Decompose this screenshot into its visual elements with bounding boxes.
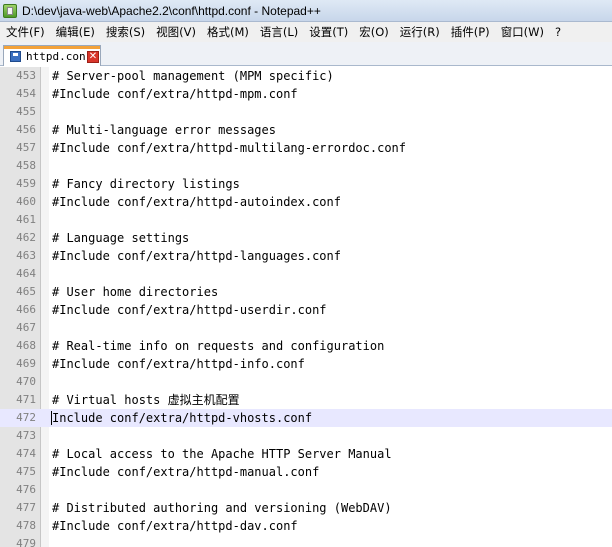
line-text: #Include conf/extra/httpd-userdir.conf (52, 303, 327, 317)
line-number: 475 (16, 465, 36, 478)
line-text: # Fancy directory listings (52, 177, 240, 191)
line-text: #Include conf/extra/httpd-languages.conf (52, 249, 341, 263)
line-number: 466 (16, 303, 36, 316)
editor-area[interactable]: 453 # Server-pool management (MPM specifi… (0, 67, 612, 547)
line-text: # User home directories (52, 285, 219, 299)
code-line[interactable]: 476 (0, 481, 612, 499)
code-line[interactable]: 461 (0, 211, 612, 229)
line-text: # Virtual hosts 虚拟主机配置 (52, 393, 240, 407)
code-line[interactable]: 453 # Server-pool management (MPM specifi… (0, 67, 612, 85)
code-line[interactable]: 463 #Include conf/extra/httpd-languages.c… (0, 247, 612, 265)
line-text: # Local access to the Apache HTTP Server… (52, 447, 392, 461)
code-line[interactable]: 459 # Fancy directory listings (0, 175, 612, 193)
line-number: 472 (16, 411, 36, 424)
text-lines: 453 # Server-pool management (MPM specifi… (0, 67, 612, 547)
code-line[interactable]: 460 #Include conf/extra/httpd-autoindex.c… (0, 193, 612, 211)
code-line[interactable]: 473 (0, 427, 612, 445)
line-number: 464 (16, 267, 36, 280)
code-line[interactable]: 471 # Virtual hosts 虚拟主机配置 (0, 391, 612, 409)
line-text: #Include conf/extra/httpd-dav.conf (52, 519, 298, 533)
line-text: #Include conf/extra/httpd-mpm.conf (52, 87, 298, 101)
menu-edit[interactable]: 编辑(E) (50, 24, 100, 40)
menu-search[interactable]: 搜索(S) (100, 24, 150, 40)
code-line[interactable]: 455 (0, 103, 612, 121)
line-number: 461 (16, 213, 36, 226)
current-code-line[interactable]: 472 Include conf/extra/httpd-vhosts.conf (0, 409, 612, 427)
line-number: 470 (16, 375, 36, 388)
menu-window[interactable]: 窗口(W) (495, 24, 549, 40)
code-line[interactable]: 456 # Multi-language error messages (0, 121, 612, 139)
line-text: # Language settings (52, 231, 190, 245)
line-number: 454 (16, 87, 36, 100)
menu-view[interactable]: 视图(V) (150, 24, 201, 40)
line-number: 457 (16, 141, 36, 154)
line-text: # Multi-language error messages (52, 123, 276, 137)
line-number: 469 (16, 357, 36, 370)
tab-label: httpd.conf (26, 49, 86, 63)
code-line[interactable]: 457 #Include conf/extra/httpd-multilang-e… (0, 139, 612, 157)
line-number: 476 (16, 483, 36, 496)
code-line[interactable]: 462 # Language settings (0, 229, 612, 247)
line-number: 456 (16, 123, 36, 136)
menu-bar: 文件(F) 编辑(E) 搜索(S) 视图(V) 格式(M) 语言(L) 设置(T… (0, 22, 612, 42)
line-number: 471 (16, 393, 36, 406)
line-number: 468 (16, 339, 36, 352)
code-line[interactable]: 469 #Include conf/extra/httpd-info.conf (0, 355, 612, 373)
menu-macro[interactable]: 宏(O) (353, 24, 394, 40)
line-number: 465 (16, 285, 36, 298)
code-line[interactable]: 458 (0, 157, 612, 175)
notepad-plus-plus-app-icon[interactable] (3, 3, 17, 18)
menu-file[interactable]: 文件(F) (0, 24, 50, 40)
code-line[interactable]: 479 (0, 535, 612, 547)
code-line[interactable]: 475 #Include conf/extra/httpd-manual.conf (0, 463, 612, 481)
line-number: 479 (16, 537, 36, 547)
code-line[interactable]: 467 (0, 319, 612, 337)
code-line[interactable]: 454 #Include conf/extra/httpd-mpm.conf (0, 85, 612, 103)
tab-httpd-conf[interactable]: httpd.conf ✕ (3, 45, 101, 66)
line-number: 463 (16, 249, 36, 262)
code-line[interactable]: 477 # Distributed authoring and versionin… (0, 499, 612, 517)
line-number: 453 (16, 69, 36, 82)
code-line[interactable]: 465 # User home directories (0, 283, 612, 301)
menu-run[interactable]: 运行(R) (394, 24, 445, 40)
code-line[interactable]: 478 #Include conf/extra/httpd-dav.conf (0, 517, 612, 535)
line-text: #Include conf/extra/httpd-info.conf (52, 357, 305, 371)
line-text: Include conf/extra/httpd-vhosts.conf (52, 411, 313, 425)
code-line[interactable]: 470 (0, 373, 612, 391)
line-number: 474 (16, 447, 36, 460)
line-text: # Server-pool management (MPM specific) (52, 69, 334, 83)
line-text: #Include conf/extra/httpd-manual.conf (52, 465, 320, 479)
line-text: # Real-time info on requests and configu… (52, 339, 385, 353)
line-number: 455 (16, 105, 36, 118)
menu-plugins[interactable]: 插件(P) (445, 24, 495, 40)
line-number: 459 (16, 177, 36, 190)
line-text: # Distributed authoring and versioning (… (52, 501, 392, 515)
code-line[interactable]: 464 (0, 265, 612, 283)
line-number: 458 (16, 159, 36, 172)
save-icon (10, 50, 21, 62)
menu-language[interactable]: 语言(L) (254, 24, 303, 40)
menu-help[interactable]: ? (549, 25, 566, 39)
line-number: 467 (16, 321, 36, 334)
code-line[interactable]: 466 #Include conf/extra/httpd-userdir.con… (0, 301, 612, 319)
line-number: 477 (16, 501, 36, 514)
line-text: #Include conf/extra/httpd-autoindex.conf (52, 195, 341, 209)
tab-bar: httpd.conf ✕ (0, 42, 612, 66)
line-text: #Include conf/extra/httpd-multilang-erro… (52, 141, 407, 155)
code-line[interactable]: 474 # Local access to the Apache HTTP Ser… (0, 445, 612, 463)
code-line[interactable]: 468 # Real-time info on requests and conf… (0, 337, 612, 355)
active-tab-indicator (4, 46, 100, 49)
close-tab-icon[interactable]: ✕ (87, 51, 99, 63)
line-number: 478 (16, 519, 36, 532)
menu-format[interactable]: 格式(M) (201, 24, 254, 40)
title-bar[interactable]: D:\dev\java-web\Apache2.2\conf\httpd.con… (0, 0, 612, 22)
line-number: 462 (16, 231, 36, 244)
line-number: 473 (16, 429, 36, 442)
menu-settings[interactable]: 设置(T) (303, 24, 353, 40)
window-title: D:\dev\java-web\Apache2.2\conf\httpd.con… (22, 3, 321, 18)
line-number: 460 (16, 195, 36, 208)
